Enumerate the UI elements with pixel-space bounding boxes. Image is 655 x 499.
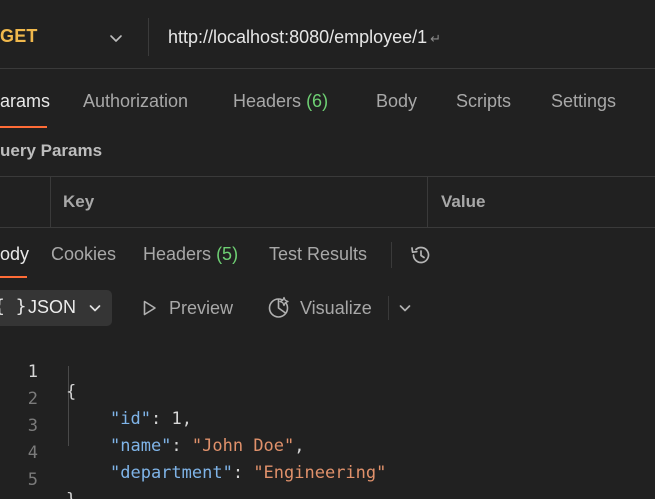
braces-icon: { } bbox=[0, 296, 27, 317]
code-text: "name": "John Doe", bbox=[110, 436, 305, 456]
tab-test-results[interactable]: Test Results bbox=[269, 244, 367, 265]
params-table: Key Value bbox=[0, 176, 655, 228]
tab-divider bbox=[391, 242, 392, 268]
code-text: { bbox=[66, 382, 76, 402]
chevron-down-icon bbox=[89, 305, 101, 312]
code-text: "department": "Engineering" bbox=[110, 463, 386, 483]
request-tabs: arams Authorization Headers (6) Body Scr… bbox=[0, 69, 655, 129]
tab-body[interactable]: Body bbox=[376, 91, 417, 112]
code-line: 1 { bbox=[0, 342, 77, 402]
tab-response-headers[interactable]: Headers (5) bbox=[143, 244, 238, 265]
json-comma: , bbox=[294, 436, 305, 456]
json-value: 1 bbox=[171, 409, 182, 429]
json-value: "John Doe" bbox=[191, 436, 295, 456]
tab-response-body[interactable]: ody bbox=[0, 244, 29, 265]
code-line: 2 "id": 1, bbox=[0, 369, 192, 429]
code-line: 3 "name": "John Doe", bbox=[0, 396, 305, 456]
json-comma: , bbox=[181, 409, 192, 429]
active-response-tab-indicator bbox=[0, 276, 27, 278]
indent-guide bbox=[68, 366, 69, 446]
tab-headers[interactable]: Headers (6) bbox=[233, 91, 328, 112]
json-colon: : bbox=[150, 409, 172, 429]
request-bar: GET http://localhost:8080/employee/1 ↵ bbox=[0, 0, 655, 69]
response-tabs: ody Cookies Headers (5) Test Results bbox=[0, 228, 655, 280]
visualize-icon bbox=[268, 296, 289, 318]
tab-cookies[interactable]: Cookies bbox=[51, 244, 116, 265]
headers-count-badge: (6) bbox=[306, 91, 329, 111]
url-text: http://localhost:8080/employee/1 bbox=[168, 27, 428, 47]
play-icon bbox=[143, 300, 156, 316]
json-key: "name" bbox=[110, 436, 172, 456]
visualize-label: Visualize bbox=[300, 298, 372, 318]
chevron-down-icon[interactable] bbox=[108, 30, 124, 46]
preview-button[interactable]: Preview bbox=[138, 296, 248, 322]
code-text: "id": 1, bbox=[110, 409, 192, 429]
code-line: 5 } bbox=[0, 450, 77, 499]
column-divider[interactable] bbox=[427, 177, 428, 227]
history-icon[interactable] bbox=[408, 242, 434, 268]
format-select-button[interactable]: { } JSON bbox=[0, 290, 112, 326]
preview-label: Preview bbox=[169, 298, 234, 318]
toolbar-divider bbox=[388, 296, 389, 320]
tab-authorization[interactable]: Authorization bbox=[83, 91, 188, 112]
tab-headers-label: Headers bbox=[233, 91, 302, 111]
column-header-value: Value bbox=[441, 192, 486, 211]
query-params-title: uery Params bbox=[0, 141, 103, 160]
json-key: "department" bbox=[110, 463, 233, 483]
tab-settings[interactable]: Settings bbox=[551, 91, 616, 112]
return-icon: ↵ bbox=[430, 31, 442, 46]
code-text: } bbox=[66, 490, 76, 499]
close-brace: } bbox=[66, 490, 76, 499]
json-value: "Engineering" bbox=[253, 463, 387, 483]
json-colon: : bbox=[232, 463, 254, 483]
code-line: 4 "department": "Engineering" bbox=[0, 423, 387, 483]
response-headers-count-badge: (5) bbox=[216, 244, 239, 264]
active-tab-indicator bbox=[0, 126, 47, 128]
response-body-viewer[interactable]: 1 { 2 "id": 1, 3 "name": "John Doe", 4 "… bbox=[0, 338, 655, 499]
url-divider bbox=[148, 18, 149, 56]
tab-response-headers-label: Headers bbox=[143, 244, 212, 264]
chevron-down-icon[interactable] bbox=[398, 301, 412, 315]
column-header-key: Key bbox=[63, 192, 95, 211]
column-divider bbox=[50, 177, 51, 227]
line-number: 5 bbox=[27, 470, 38, 490]
url-input[interactable]: http://localhost:8080/employee/1 ↵ bbox=[168, 27, 441, 48]
tab-params[interactable]: arams bbox=[0, 91, 50, 112]
json-key: "id" bbox=[110, 409, 151, 429]
postman-window: GET http://localhost:8080/employee/1 ↵ ar… bbox=[0, 0, 655, 499]
format-label: JSON bbox=[28, 297, 77, 317]
http-method-select[interactable]: GET bbox=[0, 26, 38, 47]
json-colon: : bbox=[171, 436, 192, 456]
open-brace: { bbox=[66, 382, 77, 402]
tab-scripts[interactable]: Scripts bbox=[456, 91, 511, 112]
visualize-button[interactable]: Visualize bbox=[266, 294, 390, 322]
